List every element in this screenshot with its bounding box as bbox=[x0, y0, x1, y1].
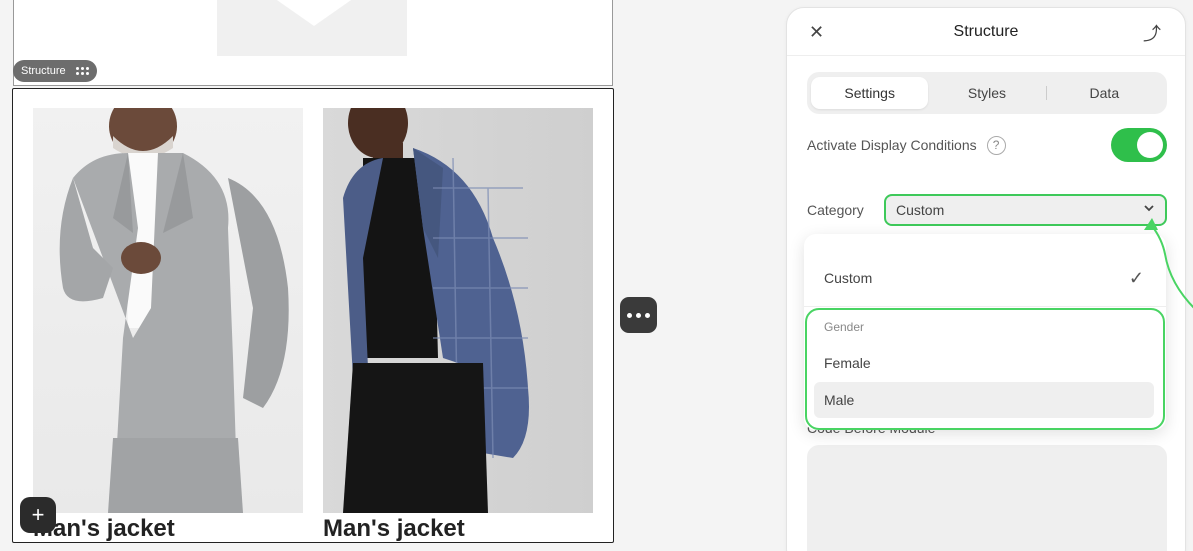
product-title: Man's jacket bbox=[323, 515, 465, 542]
annotation-arrow bbox=[1144, 218, 1193, 309]
product-card[interactable]: Man's jacket bbox=[33, 108, 303, 542]
image-placeholder-peak bbox=[274, 0, 354, 26]
structure-settings-panel: ✕ Structure ⤴ Settings Styles Data Activ… bbox=[786, 7, 1186, 551]
product-title: Man's jacket bbox=[33, 515, 175, 542]
tab-data[interactable]: Data bbox=[1045, 77, 1163, 109]
canvas: Structure Man's jacket Man's jacket + bbox=[0, 0, 780, 551]
category-label: Category bbox=[807, 202, 864, 218]
dot bbox=[645, 312, 650, 318]
tab-styles[interactable]: Styles bbox=[928, 77, 1045, 109]
structure-chip-label: Structure bbox=[21, 65, 66, 77]
panel-title: Structure bbox=[953, 22, 1019, 40]
product-image-grey-suit bbox=[33, 108, 303, 513]
close-icon[interactable]: ✕ bbox=[809, 22, 824, 43]
category-select[interactable]: Custom bbox=[884, 194, 1167, 226]
code-before-module-input[interactable] bbox=[807, 445, 1167, 551]
dropdown-divider bbox=[804, 306, 1166, 307]
plus-icon: + bbox=[31, 502, 45, 527]
category-row: Category Custom bbox=[807, 194, 1167, 226]
image-placeholder-block[interactable] bbox=[13, 0, 613, 86]
activate-display-conditions-row: Activate Display Conditions ? bbox=[807, 128, 1167, 162]
product-card[interactable]: Man's jacket bbox=[323, 108, 593, 542]
activate-display-conditions-label: Activate Display Conditions bbox=[807, 137, 977, 153]
display-conditions-toggle[interactable] bbox=[1111, 128, 1167, 162]
panel-header: ✕ Structure ⤴ bbox=[787, 8, 1185, 56]
category-select-value: Custom bbox=[896, 202, 945, 218]
dot bbox=[636, 312, 641, 318]
gender-group-highlight bbox=[805, 308, 1165, 430]
help-icon[interactable]: ? bbox=[986, 135, 1006, 155]
dot bbox=[627, 312, 632, 318]
export-icon[interactable]: ⤴ bbox=[1143, 20, 1161, 46]
more-options-button[interactable] bbox=[620, 297, 657, 333]
structure-chip[interactable]: Structure bbox=[13, 60, 97, 82]
product-image-plaid-blazer bbox=[323, 108, 593, 513]
add-block-button[interactable]: + bbox=[20, 497, 56, 533]
structure-block[interactable]: Man's jacket Man's jacket bbox=[12, 88, 614, 543]
panel-tabs: Settings Styles Data bbox=[807, 72, 1167, 114]
dropdown-option-custom[interactable]: Custom ✓ bbox=[804, 260, 1166, 296]
tab-settings[interactable]: Settings bbox=[811, 77, 929, 109]
dropdown-option-label: Custom bbox=[824, 270, 873, 286]
drag-handle-icon[interactable] bbox=[75, 67, 89, 75]
toggle-knob bbox=[1137, 132, 1163, 158]
